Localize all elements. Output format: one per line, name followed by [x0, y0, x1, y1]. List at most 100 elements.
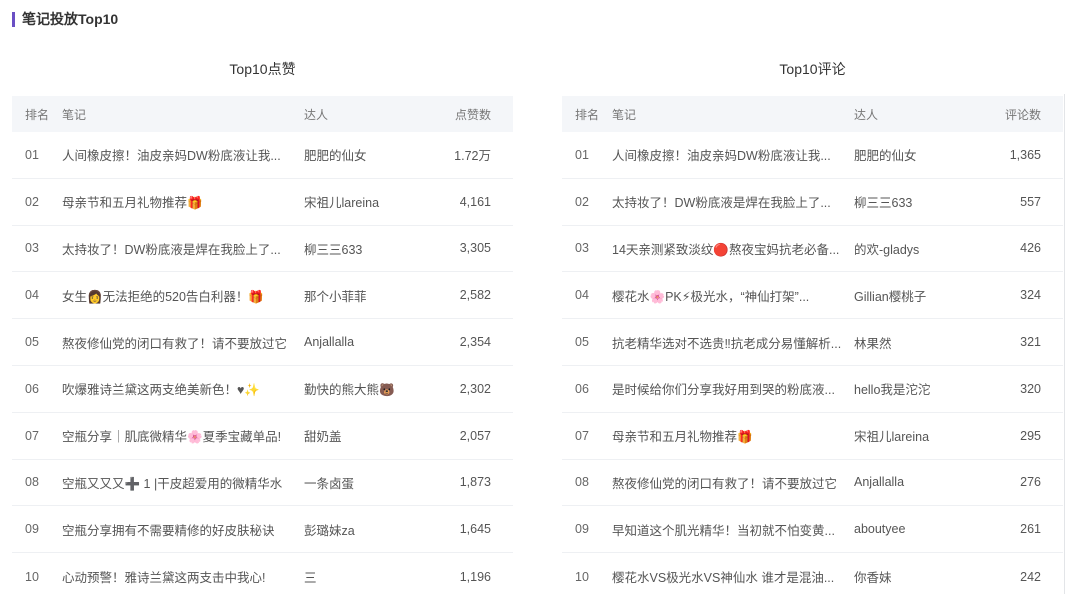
- count-cell: 320: [1020, 381, 1041, 396]
- header-rank: 排名: [25, 107, 50, 122]
- count-cell: 4,161: [459, 194, 491, 209]
- table-row[interactable]: 04 樱花水🌸PK⚡极光水，“神仙打架”... Gillian樱桃子 324: [562, 272, 1063, 320]
- count-cell: 3,305: [459, 241, 491, 256]
- table-row[interactable]: 05 熬夜修仙党的闭口有救了！请不要放过它 Anjallalla 2,354: [12, 319, 513, 366]
- count-cell: 1,645: [459, 522, 491, 537]
- count-cell: 321: [1020, 335, 1041, 350]
- author-link[interactable]: 肥肥的仙女: [854, 145, 1004, 164]
- rank-cell: 08: [575, 475, 589, 490]
- scrollbar-track[interactable]: [1064, 94, 1065, 594]
- table-row[interactable]: 05 抗老精华选对不选贵‼抗老成分易懂解析... 林果然 321: [562, 319, 1063, 366]
- table-row[interactable]: 06 是时候给你们分享我好用到哭的粉底液... hello我是沱沱 320: [562, 366, 1063, 413]
- table-row[interactable]: 02 太持妆了！DW粉底液是焊在我脸上了... 柳三三633 557: [562, 179, 1063, 226]
- top10-likes-panel: Top10点赞 排名 笔记 达人 点赞数 01 人间橡皮擦！油皮亲妈DW粉底液让…: [12, 58, 513, 600]
- note-title-link[interactable]: 早知道这个肌光精华！当初就不怕变黄...: [612, 520, 854, 539]
- table-body: 01 人间橡皮擦！油皮亲妈DW粉底液让我... 肥肥的仙女 1,365 02 太…: [562, 132, 1063, 600]
- author-link[interactable]: 一条卤蛋: [304, 473, 454, 492]
- table-row[interactable]: 10 樱花水VS极光水VS神仙水 谁才是混油... 你香妹 242: [562, 553, 1063, 600]
- note-title-link[interactable]: 空瓶分享拥有不需要精修的好皮肤秘诀: [62, 520, 304, 539]
- author-link[interactable]: 肥肥的仙女: [304, 145, 454, 164]
- rank-cell: 04: [25, 288, 39, 303]
- author-link[interactable]: Anjallalla: [304, 335, 454, 349]
- table-row[interactable]: 02 母亲节和五月礼物推荐🎁 宋祖儿lareina 4,161: [12, 179, 513, 226]
- note-title-link[interactable]: 太持妆了！DW粉底液是焊在我脸上了...: [62, 239, 304, 258]
- count-cell: 1,365: [1009, 147, 1041, 162]
- header-note: 笔记: [62, 107, 87, 122]
- author-link[interactable]: 柳三三633: [854, 192, 1004, 211]
- note-title-link[interactable]: 母亲节和五月礼物推荐🎁: [62, 192, 304, 211]
- rank-cell: 04: [575, 288, 589, 303]
- note-title-link[interactable]: 人间橡皮擦！油皮亲妈DW粉底液让我...: [62, 145, 304, 164]
- header-author: 达人: [854, 107, 879, 122]
- count-cell: 2,582: [459, 288, 491, 303]
- count-cell: 426: [1020, 241, 1041, 256]
- header-count: 点赞数: [454, 107, 491, 122]
- rank-cell: 05: [575, 335, 589, 350]
- author-link[interactable]: 你香妹: [854, 567, 1004, 586]
- note-title-link[interactable]: 抗老精华选对不选贵‼抗老成分易懂解析...: [612, 333, 854, 352]
- note-title-link[interactable]: 人间橡皮擦！油皮亲妈DW粉底液让我...: [612, 145, 854, 164]
- author-link[interactable]: Gillian樱桃子: [854, 286, 1004, 305]
- rank-cell: 08: [25, 475, 39, 490]
- count-cell: 2,057: [459, 428, 491, 443]
- note-title-link[interactable]: 14天亲测紧致淡纹🔴熬夜宝妈抗老必备...: [612, 239, 854, 258]
- note-title-link[interactable]: 太持妆了！DW粉底液是焊在我脸上了...: [612, 192, 854, 211]
- note-title-link[interactable]: 熬夜修仙党的闭口有救了！请不要放过它: [612, 473, 854, 492]
- author-link[interactable]: 宋祖儿lareina: [304, 192, 454, 211]
- count-cell: 324: [1020, 288, 1041, 303]
- note-title-link[interactable]: 樱花水VS极光水VS神仙水 谁才是混油...: [612, 567, 854, 586]
- author-link[interactable]: 三: [304, 567, 454, 586]
- count-cell: 1,873: [459, 475, 491, 490]
- count-cell: 557: [1020, 194, 1041, 209]
- table-row[interactable]: 09 早知道这个肌光精华！当初就不怕变黄... aboutyee 261: [562, 506, 1063, 554]
- note-title-link[interactable]: 心动预警！雅诗兰黛这两支击中我心!: [62, 567, 304, 586]
- table-row[interactable]: 06 吹爆雅诗兰黛这两支绝美新色！♥✨ 勤快的熊大熊🐻 2,302: [12, 366, 513, 413]
- table-row[interactable]: 01 人间橡皮擦！油皮亲妈DW粉底液让我... 肥肥的仙女 1,365: [562, 132, 1063, 179]
- table-header: 排名 笔记 达人 点赞数: [12, 96, 513, 132]
- table-row[interactable]: 08 熬夜修仙党的闭口有救了！请不要放过它 Anjallalla 276: [562, 460, 1063, 507]
- table-header: 排名 笔记 达人 评论数: [562, 96, 1063, 132]
- table-row[interactable]: 07 空瓶分享｜肌底微精华🌸夏季宝藏单品! 甜奶盖 2,057: [12, 413, 513, 460]
- note-title-link[interactable]: 吹爆雅诗兰黛这两支绝美新色！♥✨: [62, 379, 304, 398]
- author-link[interactable]: 彭璐妹za: [304, 520, 454, 539]
- author-link[interactable]: 那个小菲菲: [304, 286, 454, 305]
- rank-cell: 07: [25, 428, 39, 443]
- author-link[interactable]: Anjallalla: [854, 475, 1004, 489]
- author-link[interactable]: 林果然: [854, 333, 1004, 352]
- author-link[interactable]: hello我是沱沱: [854, 379, 1004, 398]
- author-link[interactable]: 柳三三633: [304, 239, 454, 258]
- note-title-link[interactable]: 樱花水🌸PK⚡极光水，“神仙打架”...: [612, 286, 854, 305]
- table-body: 01 人间橡皮擦！油皮亲妈DW粉底液让我... 肥肥的仙女 1.72万 02 母…: [12, 132, 513, 600]
- rank-cell: 09: [575, 522, 589, 537]
- table-row[interactable]: 08 空瓶又又又➕ 1 |干皮超爱用的微精华水 一条卤蛋 1,873: [12, 460, 513, 507]
- rank-cell: 01: [25, 147, 39, 162]
- table-row[interactable]: 01 人间橡皮擦！油皮亲妈DW粉底液让我... 肥肥的仙女 1.72万: [12, 132, 513, 179]
- note-title-link[interactable]: 空瓶分享｜肌底微精华🌸夏季宝藏单品!: [62, 426, 304, 445]
- note-title-link[interactable]: 母亲节和五月礼物推荐🎁: [612, 426, 854, 445]
- author-link[interactable]: aboutyee: [854, 522, 1004, 536]
- note-title-link[interactable]: 空瓶又又又➕ 1 |干皮超爱用的微精华水: [62, 473, 304, 492]
- accent-bar: [12, 11, 15, 27]
- author-link[interactable]: 宋祖儿lareina: [854, 426, 1004, 445]
- table-row[interactable]: 03 太持妆了！DW粉底液是焊在我脸上了... 柳三三633 3,305: [12, 226, 513, 273]
- count-cell: 276: [1020, 475, 1041, 490]
- table-row[interactable]: 04 女生👩无法拒绝的520告白利器！🎁 那个小菲菲 2,582: [12, 272, 513, 320]
- table-row[interactable]: 10 心动预警！雅诗兰黛这两支击中我心! 三 1,196: [12, 553, 513, 600]
- author-link[interactable]: 勤快的熊大熊🐻: [304, 379, 454, 398]
- table-row[interactable]: 09 空瓶分享拥有不需要精修的好皮肤秘诀 彭璐妹za 1,645: [12, 506, 513, 554]
- author-link[interactable]: 的欢-gladys: [854, 239, 1004, 258]
- table-subtitle: Top10评论: [779, 61, 846, 77]
- note-title-link[interactable]: 熬夜修仙党的闭口有救了！请不要放过它: [62, 333, 304, 352]
- rank-cell: 10: [575, 569, 589, 584]
- count-cell: 1.72万: [454, 149, 491, 164]
- table-row[interactable]: 07 母亲节和五月礼物推荐🎁 宋祖儿lareina 295: [562, 413, 1063, 460]
- rank-cell: 06: [25, 381, 39, 396]
- note-title-link[interactable]: 是时候给你们分享我好用到哭的粉底液...: [612, 379, 854, 398]
- author-link[interactable]: 甜奶盖: [304, 426, 454, 445]
- rank-cell: 10: [25, 569, 39, 584]
- note-title-link[interactable]: 女生👩无法拒绝的520告白利器！🎁: [62, 286, 304, 305]
- table-row[interactable]: 03 14天亲测紧致淡纹🔴熬夜宝妈抗老必备... 的欢-gladys 426: [562, 226, 1063, 273]
- header-rank: 排名: [575, 107, 600, 122]
- section-title: 笔记投放Top10: [22, 11, 119, 27]
- header-note: 笔记: [612, 107, 637, 122]
